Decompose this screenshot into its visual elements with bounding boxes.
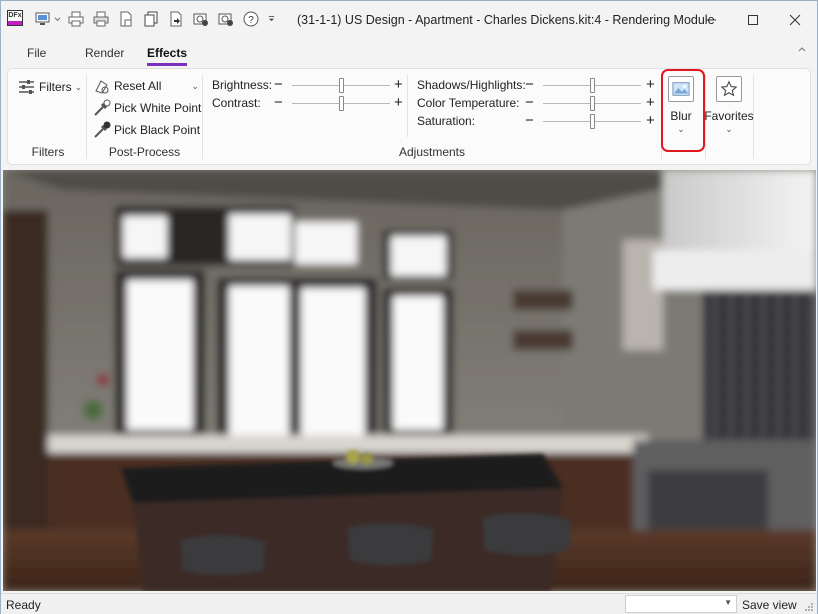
status-text: Ready bbox=[6, 598, 41, 612]
export-icon[interactable] bbox=[166, 9, 186, 29]
pick-white-point-button[interactable]: Pick White Point bbox=[93, 99, 201, 117]
reset-all-label: Reset All bbox=[114, 79, 162, 93]
close-icon bbox=[789, 14, 801, 26]
saturation-increase-button[interactable]: + bbox=[646, 113, 655, 128]
brightness-label: Brightness: bbox=[212, 78, 273, 92]
print-setup-icon[interactable] bbox=[91, 9, 111, 29]
shadows-highlights-slider-thumb[interactable] bbox=[589, 78, 595, 93]
color-temperature-label: Color Temperature: bbox=[417, 96, 520, 110]
app-logo-bar bbox=[8, 21, 22, 25]
eyedropper-black-icon bbox=[94, 121, 111, 138]
brightness-slider-row: Brightness: − + bbox=[212, 77, 403, 93]
color-temperature-slider-thumb[interactable] bbox=[589, 96, 595, 111]
saved-view-select[interactable]: ▼ bbox=[625, 595, 737, 613]
favorites-label: Favorites bbox=[704, 109, 754, 123]
shadows-highlights-decrease-button[interactable]: − bbox=[525, 77, 534, 92]
resize-grip-icon[interactable] bbox=[805, 603, 814, 612]
camera-settings-icon[interactable] bbox=[191, 9, 211, 29]
app-logo[interactable]: DFx bbox=[7, 10, 23, 26]
minimize-icon bbox=[706, 19, 716, 21]
brightness-decrease-button[interactable]: − bbox=[274, 77, 283, 92]
collapse-ribbon-icon[interactable] bbox=[797, 45, 807, 55]
minimize-button[interactable] bbox=[689, 7, 733, 33]
post-process-group: Reset All ⌄ Pick White Point Pick Black … bbox=[87, 69, 202, 164]
saturation-decrease-button[interactable]: − bbox=[525, 113, 534, 128]
tab-effects[interactable]: Effects bbox=[147, 46, 188, 66]
shadows-highlights-slider-row: Shadows/Highlights: − + bbox=[417, 77, 657, 93]
blur-highlight-annotation bbox=[661, 69, 705, 152]
filters-group: Filters ⌄ Filters bbox=[8, 69, 88, 164]
maximize-icon bbox=[748, 15, 758, 25]
help-icon[interactable]: ? bbox=[241, 9, 261, 29]
monitor-capture-icon[interactable] bbox=[33, 9, 53, 29]
shadows-highlights-label: Shadows/Highlights: bbox=[417, 78, 526, 92]
status-bar: Ready ▼ Save view bbox=[1, 593, 817, 614]
pick-white-point-label: Pick White Point bbox=[114, 101, 202, 115]
brightness-slider-thumb[interactable] bbox=[338, 78, 344, 93]
copy-icon[interactable] bbox=[141, 9, 161, 29]
svg-text:?: ? bbox=[248, 15, 254, 26]
saturation-slider-thumb[interactable] bbox=[589, 114, 595, 129]
maximize-button[interactable] bbox=[731, 7, 775, 33]
app-logo-text: DFx bbox=[8, 12, 22, 19]
chevron-down-icon[interactable] bbox=[53, 9, 61, 29]
contrast-label: Contrast: bbox=[212, 96, 261, 110]
color-temperature-decrease-button[interactable]: − bbox=[525, 95, 534, 110]
adjustments-group: Brightness: − + Contrast: − + Shadows/Hi… bbox=[203, 69, 661, 164]
chevron-down-icon: ▼ bbox=[724, 598, 732, 607]
filters-button[interactable]: Filters ⌄ bbox=[18, 78, 82, 96]
app-window: DFx ? (31-1-1) US Design - Apartment - C… bbox=[0, 0, 818, 614]
reset-all-button[interactable]: Reset All ⌄ bbox=[93, 77, 199, 95]
chevron-down-icon[interactable]: ⌄ bbox=[191, 81, 199, 92]
render-viewport[interactable] bbox=[3, 170, 816, 591]
shadows-highlights-increase-button[interactable]: + bbox=[646, 77, 655, 92]
ribbon-tabs: File Render Effects bbox=[1, 41, 817, 66]
filters-group-label: Filters bbox=[31, 145, 65, 159]
document-icon[interactable] bbox=[116, 9, 136, 29]
camera-add-icon[interactable] bbox=[216, 9, 236, 29]
contrast-decrease-button[interactable]: − bbox=[274, 95, 283, 110]
pick-black-point-button[interactable]: Pick Black Point bbox=[93, 121, 200, 139]
contrast-increase-button[interactable]: + bbox=[394, 95, 403, 110]
quick-access-toolbar: ? bbox=[33, 9, 281, 29]
contrast-slider-row: Contrast: − + bbox=[212, 95, 403, 111]
close-button[interactable] bbox=[773, 7, 817, 33]
tab-file[interactable]: File bbox=[27, 46, 46, 60]
print-icon[interactable] bbox=[66, 9, 86, 29]
adjustments-inner-divider bbox=[407, 75, 408, 137]
chevron-down-icon: ⌄ bbox=[725, 124, 733, 134]
title-bar: DFx ? (31-1-1) US Design - Apartment - C… bbox=[1, 1, 817, 39]
group-divider bbox=[753, 75, 754, 159]
saturation-label: Saturation: bbox=[417, 114, 476, 128]
save-view-button[interactable]: Save view bbox=[742, 598, 797, 612]
rendered-kitchen-image bbox=[3, 170, 816, 591]
post-process-group-label: Post-Process bbox=[108, 145, 181, 159]
tab-render[interactable]: Render bbox=[85, 46, 124, 60]
color-temperature-increase-button[interactable]: + bbox=[646, 95, 655, 110]
customize-qat-icon[interactable] bbox=[266, 9, 276, 29]
pick-black-point-label: Pick Black Point bbox=[114, 123, 201, 137]
adjustments-group-label: Adjustments bbox=[398, 145, 466, 159]
chevron-down-icon: ⌄ bbox=[74, 81, 83, 92]
reset-all-icon bbox=[95, 80, 109, 94]
filters-sliders-icon bbox=[19, 80, 34, 94]
filters-button-label: Filters bbox=[39, 80, 72, 94]
star-icon bbox=[716, 76, 742, 102]
saturation-slider-row: Saturation: − + bbox=[417, 113, 657, 129]
contrast-slider-thumb[interactable] bbox=[338, 96, 344, 111]
window-title: (31-1-1) US Design - Apartment - Charles… bbox=[297, 13, 715, 27]
eyedropper-white-icon bbox=[94, 99, 111, 116]
favorites-button[interactable]: Favorites ⌄ bbox=[704, 76, 754, 135]
brightness-increase-button[interactable]: + bbox=[394, 77, 403, 92]
color-temperature-slider-row: Color Temperature: − + bbox=[417, 95, 657, 111]
